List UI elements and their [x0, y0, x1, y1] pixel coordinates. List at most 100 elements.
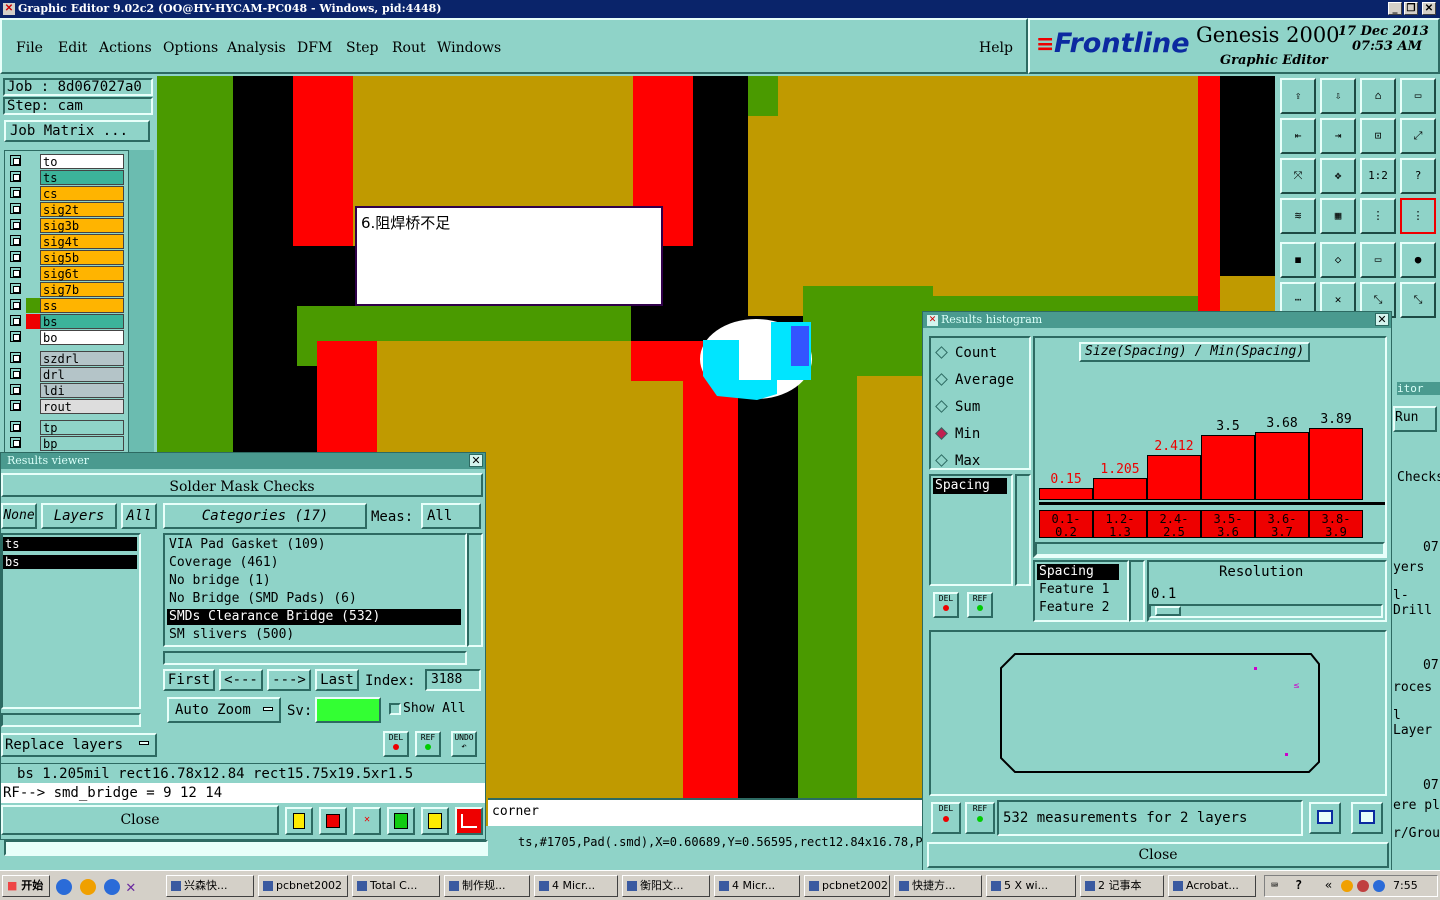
histogram-close-button[interactable]: Close: [927, 842, 1389, 868]
first-button[interactable]: First: [163, 669, 215, 691]
tab-none[interactable]: None: [1, 503, 37, 529]
layer-checkbox[interactable]: [10, 203, 21, 214]
layer-row-rout[interactable]: rout: [8, 399, 124, 414]
taskbar-item[interactable]: pcbnet2002: [804, 875, 890, 897]
tab-layers[interactable]: Layers: [41, 503, 117, 529]
snap-icon[interactable]: ≋: [1280, 198, 1316, 234]
resolution-slider-thumb[interactable]: [1155, 606, 1181, 616]
layer-checkbox[interactable]: [10, 315, 21, 326]
layer-row-szdrl[interactable]: szdrl: [8, 351, 124, 366]
layer-row-sig5b[interactable]: sig5b: [8, 250, 124, 265]
layer-row-bo[interactable]: bo: [8, 330, 124, 345]
taskbar-item[interactable]: Acrobat...: [1168, 875, 1256, 897]
maximize-button[interactable]: ❐: [1404, 2, 1418, 15]
meas-select[interactable]: All: [421, 503, 481, 529]
category-item[interactable]: VIA Pad Gasket (109): [167, 537, 461, 553]
layer-row-ss[interactable]: ss: [8, 298, 124, 313]
sv-color-select[interactable]: [315, 697, 381, 723]
export-icon-1[interactable]: [1309, 802, 1341, 834]
preview-del-icon[interactable]: DEL: [931, 802, 961, 834]
feature-spacing[interactable]: Spacing: [1037, 564, 1119, 580]
category-item[interactable]: No bridge (1): [167, 573, 461, 589]
feature-list-vscroll[interactable]: [1129, 560, 1145, 622]
layer-row-sig3b[interactable]: sig3b: [8, 218, 124, 233]
layer-checkbox[interactable]: [10, 352, 21, 363]
x-app-icon[interactable]: ✕: [126, 877, 136, 896]
menu-options[interactable]: Options: [163, 40, 218, 56]
help-icon[interactable]: ?: [1295, 878, 1302, 892]
layer-checkbox[interactable]: [10, 283, 21, 294]
feature-1[interactable]: Feature 1: [1037, 582, 1109, 597]
ref-x-icon[interactable]: ✕: [353, 807, 381, 835]
taskbar-item[interactable]: 4 Micr...: [714, 875, 800, 897]
action-icon-2[interactable]: [319, 807, 347, 835]
replace-layers-button[interactable]: Replace layers: [1, 733, 157, 757]
command-line[interactable]: [4, 840, 488, 856]
categories-hscroll[interactable]: [163, 651, 467, 665]
categories-list[interactable]: VIA Pad Gasket (109) Coverage (461) No bri…: [163, 533, 467, 647]
layer-checkbox[interactable]: [10, 384, 21, 395]
open-job-icon[interactable]: ⇪: [1280, 78, 1316, 114]
taskbar-item[interactable]: Total C...: [352, 875, 440, 897]
resolution-slider[interactable]: [1149, 604, 1383, 618]
menu-analysis[interactable]: Analysis: [227, 40, 286, 56]
ie-icon[interactable]: [56, 879, 72, 895]
export-icon-2[interactable]: [1351, 802, 1383, 834]
last-button[interactable]: Last: [315, 669, 359, 691]
layer-row-sig7b[interactable]: sig7b: [8, 282, 124, 297]
zoom-fit-icon[interactable]: ⤧: [1280, 158, 1316, 194]
zoom-next-icon[interactable]: ⇥: [1320, 118, 1356, 154]
screen-icon[interactable]: ▭: [1400, 78, 1436, 114]
layer-result-list[interactable]: ts bs: [1, 533, 141, 709]
mode-option-max[interactable]: Max: [933, 452, 1027, 472]
route2-icon[interactable]: ⤡: [1400, 282, 1436, 318]
media-icon[interactable]: [80, 879, 96, 895]
histogram-icon[interactable]: [455, 807, 483, 835]
layer-row-sig4t[interactable]: sig4t: [8, 234, 124, 249]
ruler-icon[interactable]: ▭: [1360, 242, 1396, 278]
results-close-button[interactable]: Close: [1, 805, 279, 835]
grid-icon[interactable]: ▦: [1320, 198, 1356, 234]
erase-icon[interactable]: ◇: [1320, 242, 1356, 278]
keyboard-icon[interactable]: ⌨: [1271, 878, 1278, 892]
show-all-checkbox[interactable]: [389, 703, 401, 715]
net-icon[interactable]: ⋮: [1360, 198, 1396, 234]
layer-row-ldi[interactable]: ldi: [8, 383, 124, 398]
notes-icon[interactable]: [421, 807, 449, 835]
menu-file[interactable]: File: [16, 40, 43, 56]
zoom-prev-icon[interactable]: ⇤: [1280, 118, 1316, 154]
action-icon-4[interactable]: [387, 807, 415, 835]
layer-row-sig6t[interactable]: sig6t: [8, 266, 124, 281]
taskbar-item[interactable]: 衡阳文...: [622, 875, 710, 897]
feature-list[interactable]: Spacing Feature 1 Feature 2: [1033, 560, 1129, 622]
pan-icon[interactable]: ✥: [1320, 158, 1356, 194]
prev-button[interactable]: <---: [219, 669, 263, 691]
layer-checkbox[interactable]: [10, 368, 21, 379]
layer-checkbox[interactable]: [10, 421, 21, 432]
layer-checkbox[interactable]: [10, 219, 21, 230]
job-matrix-button[interactable]: Job Matrix ...: [4, 120, 150, 142]
start-button[interactable]: ■ 开始: [2, 875, 50, 897]
mode-option-min[interactable]: Min: [933, 425, 1027, 445]
categories-vscroll[interactable]: [467, 533, 483, 647]
next-button[interactable]: --->: [267, 669, 311, 691]
menu-edit[interactable]: Edit: [58, 40, 87, 56]
tray-app-icon[interactable]: [1373, 880, 1385, 892]
layer-checkbox[interactable]: [10, 267, 21, 278]
feature-2[interactable]: Feature 2: [1037, 600, 1109, 615]
layer-row-drl[interactable]: drl: [8, 367, 124, 382]
tab-all[interactable]: All: [121, 503, 157, 529]
layer-row-tp[interactable]: tp: [8, 420, 124, 435]
results-viewer-close-icon[interactable]: ✕: [469, 454, 483, 467]
layer-row-cs[interactable]: cs: [8, 186, 124, 201]
fill-icon[interactable]: ◼: [1280, 242, 1316, 278]
minimize-button[interactable]: _: [1388, 2, 1402, 15]
layer-checkbox[interactable]: [10, 187, 21, 198]
zoom-area-icon[interactable]: ⊡: [1360, 118, 1396, 154]
taskbar-item[interactable]: 快捷方...: [894, 875, 982, 897]
menu-step[interactable]: Step: [346, 40, 378, 56]
measure-list-item[interactable]: Spacing: [933, 478, 1007, 494]
net2-icon[interactable]: ⋮: [1400, 198, 1436, 234]
layer-checkbox[interactable]: [10, 437, 21, 448]
layer-list-hscroll[interactable]: [1, 713, 141, 727]
